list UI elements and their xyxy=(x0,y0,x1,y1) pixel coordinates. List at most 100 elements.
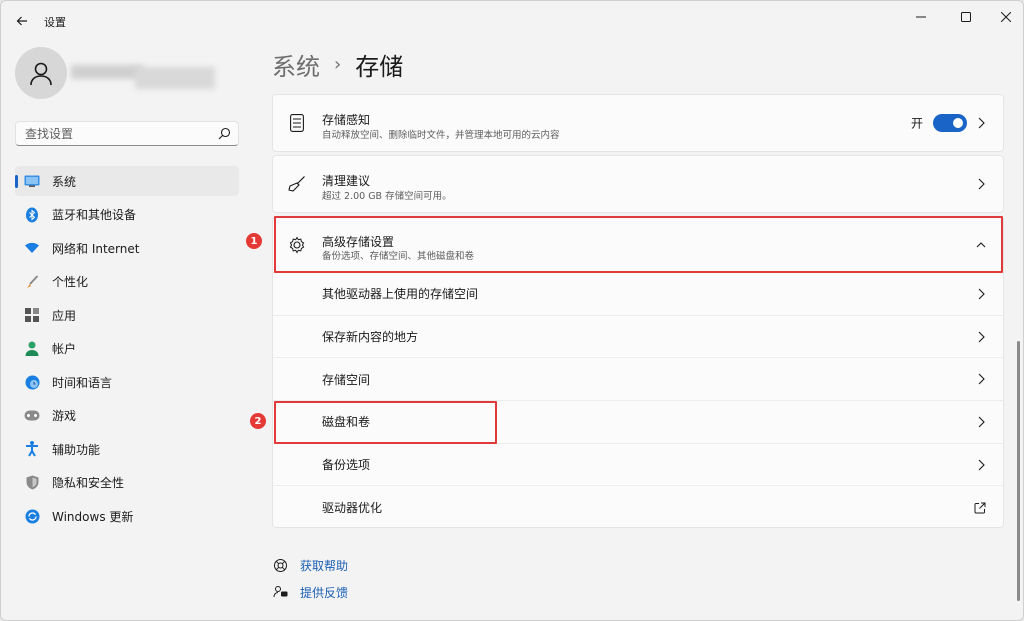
sidebar-item-label: 帐户 xyxy=(52,342,77,356)
accessibility-icon xyxy=(24,441,40,457)
get-help-label: 获取帮助 xyxy=(300,558,349,573)
sidebar-item-label: 网络和 Internet xyxy=(52,241,140,256)
storage-sense-toggle[interactable] xyxy=(933,114,967,132)
monitor-icon xyxy=(24,173,40,189)
chevron-right-icon xyxy=(978,416,985,428)
sidebar-item-network[interactable]: 网络和 Internet xyxy=(15,233,239,263)
page-title: 存储 xyxy=(355,52,404,81)
broom-icon xyxy=(287,174,307,194)
sidebar-item-label: 隐私和安全性 xyxy=(52,476,125,490)
sidebar-item-label: 辅助功能 xyxy=(52,442,101,457)
list-item-drive-optimization[interactable]: 驱动器优化 xyxy=(273,486,1003,529)
close-button[interactable] xyxy=(992,7,1020,27)
sidebar-item-privacy[interactable]: 隐私和安全性 xyxy=(15,468,239,498)
chevron-right-icon xyxy=(978,459,985,470)
update-icon xyxy=(24,508,40,524)
sidebar-item-label: 应用 xyxy=(52,308,77,323)
sidebar-item-windows-update[interactable]: Windows 更新 xyxy=(15,501,239,531)
storage-sense-card[interactable]: 存储感知 自动释放空间、删除临时文件，并管理本地可用的云内容 开 xyxy=(272,94,1004,152)
toggle-state-label: 开 xyxy=(910,116,923,131)
list-item-other-drives-storage[interactable]: 其他驱动器上使用的存储空间 xyxy=(273,273,1003,316)
sidebar-item-label: 时间和语言 xyxy=(52,375,113,390)
list-item-label: 驱动器优化 xyxy=(322,501,383,516)
list-item-save-location[interactable]: 保存新内容的地方 xyxy=(273,316,1003,359)
chevron-right-icon xyxy=(978,373,985,385)
sidebar-nav: 系统 蓝牙和其他设备 网络和 Internet 个性化 应用 帐户 时间和语言 xyxy=(15,166,239,535)
list-item-backup-options[interactable]: 备份选项 xyxy=(273,444,1003,487)
breadcrumb-separator: › xyxy=(334,53,342,75)
advanced-storage-list: 其他驱动器上使用的存储空间 保存新内容的地方 存储空间 磁盘和卷 备份选项 驱动… xyxy=(272,273,1004,528)
settings-window: 设置 系统 蓝牙和其他设备 网络和 xyxy=(0,0,1024,621)
storage-sense-title: 存储感知 xyxy=(322,113,371,127)
list-item-label: 备份选项 xyxy=(322,458,371,473)
sidebar-item-apps[interactable]: 应用 xyxy=(15,300,239,330)
sidebar-item-system[interactable]: 系统 xyxy=(15,166,239,196)
avatar xyxy=(15,47,67,99)
back-arrow-icon xyxy=(16,16,27,26)
list-item-storage-spaces[interactable]: 存储空间 xyxy=(273,358,1003,402)
chevron-right-icon[interactable] xyxy=(976,117,986,129)
annotation-marker-2: 2 xyxy=(250,413,266,429)
advanced-storage-settings-card[interactable]: 高级存储设置 备份选项、存储空间、其他磁盘和卷 xyxy=(272,216,1004,273)
search-icon[interactable] xyxy=(218,127,231,140)
app-title: 设置 xyxy=(44,16,66,29)
list-item-label: 其他驱动器上使用的存储空间 xyxy=(322,287,479,302)
redacted-email xyxy=(135,67,215,89)
sidebar-item-label: 游戏 xyxy=(52,409,77,423)
brush-icon xyxy=(24,274,40,290)
chevron-up-icon[interactable] xyxy=(976,239,986,251)
wifi-icon xyxy=(24,240,40,256)
title-bar: 设置 xyxy=(1,1,1023,41)
close-icon xyxy=(1001,12,1011,22)
person-icon xyxy=(30,62,52,86)
annotation-marker-1: 1 xyxy=(246,233,262,249)
chevron-right-icon xyxy=(978,288,985,300)
bluetooth-icon xyxy=(24,207,40,223)
sidebar-item-label: 个性化 xyxy=(52,275,89,289)
list-item-label: 存储空间 xyxy=(322,372,371,387)
scrollbar[interactable] xyxy=(1017,341,1020,601)
search-box[interactable] xyxy=(15,121,239,146)
list-item-label: 磁盘和卷 xyxy=(322,415,371,430)
sidebar-item-label: Windows 更新 xyxy=(52,509,134,524)
gear-icon xyxy=(287,235,307,255)
chevron-right-icon xyxy=(978,331,985,342)
chevron-right-icon[interactable] xyxy=(976,178,986,190)
toggle-knob xyxy=(953,118,963,128)
apps-icon xyxy=(24,307,40,323)
globe-clock-icon xyxy=(24,374,40,390)
give-feedback-link[interactable]: 提供反馈 xyxy=(272,582,348,602)
person-icon xyxy=(24,341,40,357)
cleanup-recommendations-card[interactable]: 清理建议 超过 2.00 GB 存储空间可用。 xyxy=(272,155,1004,213)
sidebar-item-accounts[interactable]: 帐户 xyxy=(15,334,239,364)
sidebar-item-time-language[interactable]: 时间和语言 xyxy=(15,367,239,397)
maximize-button[interactable] xyxy=(952,7,980,27)
list-item-disks-volumes[interactable]: 磁盘和卷 xyxy=(273,401,1003,444)
advanced-desc: 备份选项、存储空间、其他磁盘和卷 xyxy=(322,251,475,262)
sidebar-item-label: 系统 xyxy=(52,174,77,189)
shield-icon xyxy=(24,475,40,491)
storage-sense-desc: 自动释放空间、删除临时文件，并管理本地可用的云内容 xyxy=(322,130,560,141)
list-item-label: 保存新内容的地方 xyxy=(322,330,419,345)
cleanup-title: 清理建议 xyxy=(322,174,371,188)
help-icon xyxy=(272,557,288,573)
get-help-link[interactable]: 获取帮助 xyxy=(272,555,348,575)
back-button[interactable] xyxy=(11,10,33,32)
sidebar-item-bluetooth[interactable]: 蓝牙和其他设备 xyxy=(15,200,239,230)
cleanup-desc: 超过 2.00 GB 存储空间可用。 xyxy=(322,191,452,202)
breadcrumb-parent[interactable]: 系统 xyxy=(272,47,320,82)
sidebar-item-label: 蓝牙和其他设备 xyxy=(52,208,137,222)
feedback-icon xyxy=(272,584,288,600)
give-feedback-label: 提供反馈 xyxy=(300,585,349,600)
sidebar-item-accessibility[interactable]: 辅助功能 xyxy=(15,434,239,464)
search-input[interactable] xyxy=(25,125,215,143)
breadcrumb: 系统 › 存储 xyxy=(272,47,404,82)
storage-drive-icon xyxy=(287,113,307,133)
gamepad-icon xyxy=(24,408,40,424)
sidebar-item-personalization[interactable]: 个性化 xyxy=(15,267,239,297)
redacted-username xyxy=(71,65,143,79)
user-profile[interactable] xyxy=(15,47,235,99)
minimize-button[interactable] xyxy=(907,7,935,27)
sidebar-item-gaming[interactable]: 游戏 xyxy=(15,401,239,431)
external-link-icon xyxy=(974,502,986,514)
